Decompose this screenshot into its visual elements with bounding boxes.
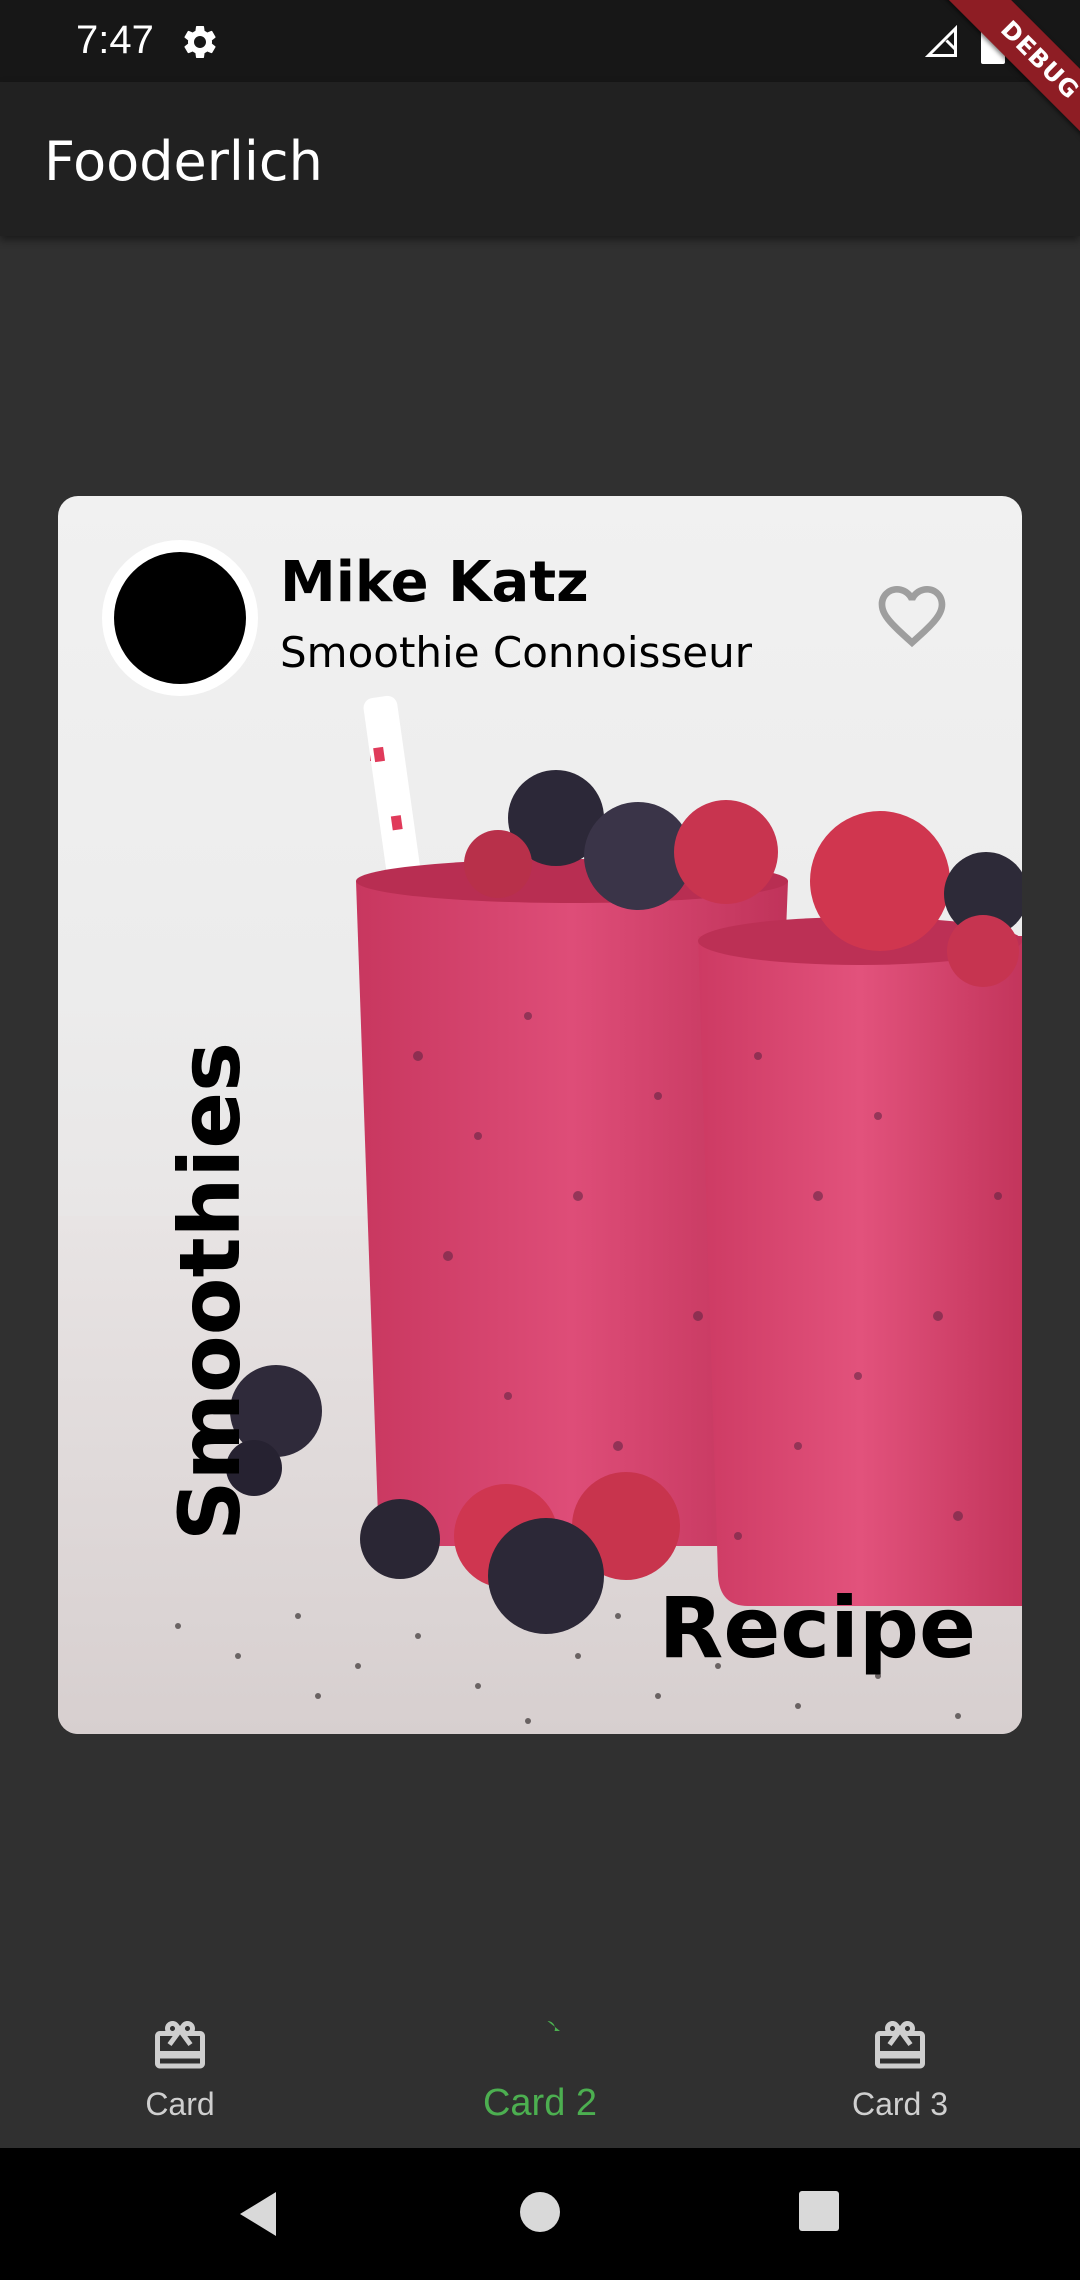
avatar-image xyxy=(114,552,246,684)
recipe-card[interactable]: Mike Katz Smoothie Connoisseur Smoothies… xyxy=(58,496,1022,1734)
avatar xyxy=(102,540,258,696)
heart-outline-icon xyxy=(878,586,946,648)
app-title: Fooderlich xyxy=(44,130,323,193)
nav-item-card-2[interactable]: Card 2 xyxy=(360,1990,720,2148)
nav-item-card-3[interactable]: Card 3 xyxy=(720,1990,1080,2148)
nav-item-card[interactable]: Card xyxy=(0,1990,360,2148)
back-icon xyxy=(240,2192,276,2236)
nav-item-label: Card 2 xyxy=(482,2082,598,2124)
author-name: Mike Katz xyxy=(280,550,589,615)
card-giftcard-icon xyxy=(875,2021,925,2069)
card-label: Recipe xyxy=(658,1579,976,1677)
back-button[interactable] xyxy=(236,2190,280,2238)
app-bar: Fooderlich xyxy=(0,82,1080,236)
status-time: 7:47 xyxy=(76,18,154,62)
gear-icon xyxy=(184,25,216,58)
recents-icon xyxy=(799,2191,839,2231)
card-vertical-title: Smoothies xyxy=(161,1041,259,1541)
nav-item-label: Card 3 xyxy=(851,2086,949,2122)
card-giftcard-icon xyxy=(155,2021,205,2069)
status-bar: 7:47 xyxy=(0,0,1080,82)
home-button[interactable] xyxy=(518,2190,562,2234)
system-navigation-bar xyxy=(0,2148,1080,2280)
nav-item-label: Card xyxy=(145,2086,215,2122)
home-icon xyxy=(520,2192,560,2232)
bottom-navigation: Card Card 2 Card 3 xyxy=(0,1990,1080,2148)
recents-button[interactable] xyxy=(798,2190,840,2232)
author-title: Smoothie Connoisseur xyxy=(280,628,753,677)
battery-icon xyxy=(981,20,1005,64)
favorite-button[interactable] xyxy=(870,576,954,656)
signal-icon xyxy=(924,24,957,57)
card-giftcard-icon xyxy=(547,2021,560,2031)
